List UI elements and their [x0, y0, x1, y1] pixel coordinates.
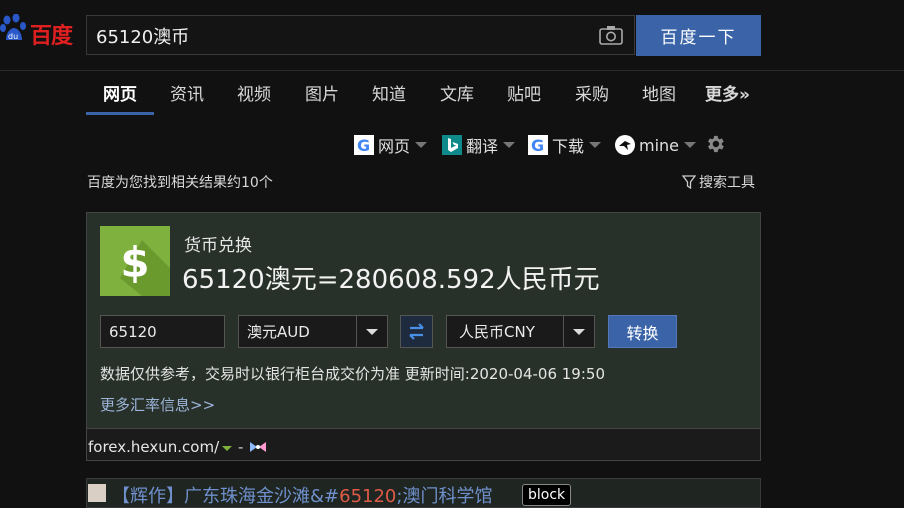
chevron-down-icon — [589, 142, 602, 148]
tab-video[interactable]: 视频 — [237, 80, 271, 105]
chevron-down-icon — [684, 142, 697, 148]
google-web-button[interactable]: G 网页 — [354, 133, 428, 157]
conversion-result: 65120澳元=280608.592人民币元 — [182, 265, 600, 295]
mine-button[interactable]: mine — [615, 133, 697, 157]
bing-icon — [442, 135, 462, 155]
tab-purchase[interactable]: 采购 — [575, 80, 609, 105]
disclaimer-text: 数据仅供参考，交易时以银行柜台成交价为准 更新时间:2020-04-06 19:… — [100, 365, 605, 383]
result-title-prefix: 【辉作】广东珠海金沙滩&# — [112, 486, 340, 507]
tab-zhidao[interactable]: 知道 — [372, 80, 406, 105]
chevron-down-icon — [415, 142, 428, 148]
convert-button[interactable]: 转换 — [608, 315, 677, 348]
to-currency-select[interactable]: 人民币CNY — [446, 315, 595, 348]
tab-web[interactable]: 网页 — [103, 80, 137, 105]
tab-images[interactable]: 图片 — [305, 80, 339, 105]
tab-more[interactable]: 更多» — [705, 80, 750, 105]
svg-text:G: G — [531, 136, 544, 155]
result-count: 百度为您找到相关结果约10个 — [87, 175, 273, 191]
svg-text:G: G — [357, 136, 370, 155]
dollar-icon: $ — [100, 226, 170, 296]
from-currency-select[interactable]: 澳元AUD — [238, 315, 388, 348]
tab-map[interactable]: 地图 — [642, 80, 676, 105]
source-url[interactable]: forex.hexun.com/ — [88, 438, 219, 456]
google-download-button[interactable]: G 下载 — [528, 133, 602, 157]
search-tools-button[interactable]: 搜索工具 — [682, 172, 755, 192]
search-input[interactable] — [87, 16, 598, 56]
filter-icon — [682, 175, 696, 189]
header-divider — [0, 70, 904, 71]
swap-arrows-icon — [409, 323, 424, 340]
bing-translate-button[interactable]: 翻译 — [442, 133, 516, 157]
chevron-down-icon[interactable] — [222, 446, 232, 451]
swap-currency-button[interactable] — [400, 315, 433, 348]
amount-input[interactable]: 65120 — [100, 315, 225, 348]
svg-text:du: du — [8, 32, 18, 41]
search-tools-label: 搜索工具 — [699, 175, 755, 191]
result-title-suffix: ;澳门科学馆 — [396, 486, 493, 507]
google-icon: G — [528, 135, 548, 155]
baidu-paw-icon: du — [0, 14, 26, 41]
mine-avatar-icon — [615, 135, 635, 155]
active-tab-indicator — [86, 112, 154, 115]
site-favicon — [88, 484, 106, 502]
svg-text:$: $ — [120, 238, 149, 287]
mine-label: mine — [639, 135, 680, 155]
to-currency-value: 人民币CNY — [459, 323, 535, 341]
bow-tie-icon[interactable] — [249, 441, 267, 453]
baidu-logo[interactable]: du 百度 — [0, 8, 78, 52]
logo-text: 百度 — [30, 24, 73, 49]
converter-title: 货币兑换 — [184, 236, 252, 256]
source-separator: - — [238, 438, 244, 456]
from-currency-value: 澳元AUD — [247, 323, 310, 341]
chevron-down-icon — [503, 142, 516, 148]
chevron-down-icon — [356, 316, 387, 347]
gear-icon[interactable] — [704, 133, 726, 155]
result-title-link[interactable]: 【辉作】广东珠海金沙滩&#65120;澳门科学馆 — [112, 482, 492, 508]
google-icon: G — [354, 135, 374, 155]
result-title-highlight: 65120 — [339, 486, 397, 507]
chevron-down-icon — [563, 316, 594, 347]
search-box — [86, 15, 635, 56]
tab-tieba[interactable]: 贴吧 — [507, 80, 541, 105]
google-download-label: 下载 — [552, 137, 585, 156]
tab-news[interactable]: 资讯 — [170, 80, 204, 105]
more-rates-link[interactable]: 更多汇率信息>> — [100, 394, 215, 415]
google-web-label: 网页 — [378, 137, 411, 156]
search-button[interactable]: 百度一下 — [636, 15, 761, 56]
camera-icon[interactable] — [599, 25, 623, 45]
bing-translate-label: 翻译 — [466, 137, 499, 156]
tab-wenku[interactable]: 文库 — [440, 80, 474, 105]
